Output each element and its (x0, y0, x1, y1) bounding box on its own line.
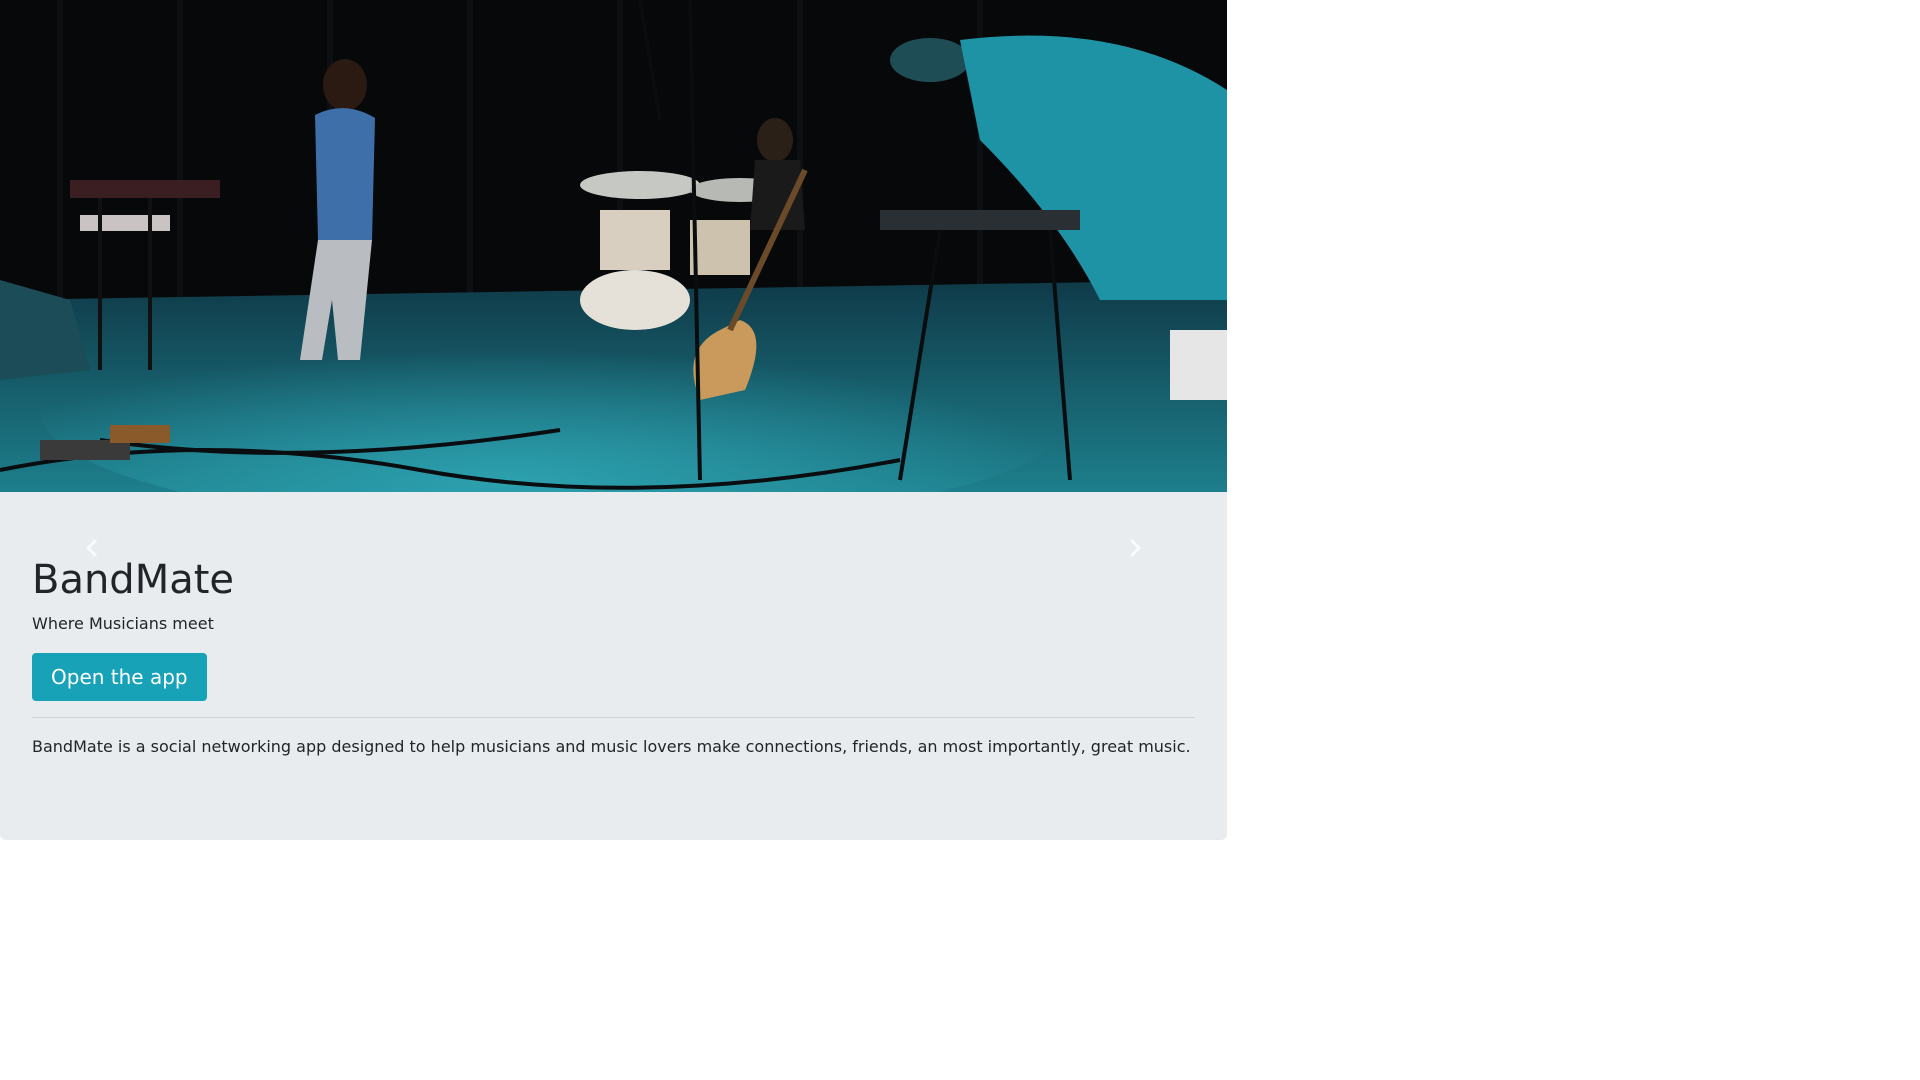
band-stage-photo (0, 0, 1227, 492)
page-title: BandMate (32, 557, 235, 603)
carousel-next-button[interactable] (1120, 533, 1150, 563)
app-description: BandMate is a social networking app desi… (32, 737, 1191, 756)
hero-jumbotron: BandMate Where Musicians meet Open the a… (0, 0, 1227, 840)
tagline: Where Musicians meet (32, 614, 214, 633)
chevron-right-icon (1129, 538, 1142, 558)
hero-carousel (0, 0, 1227, 492)
divider (32, 717, 1195, 718)
open-app-button[interactable]: Open the app (32, 653, 207, 701)
